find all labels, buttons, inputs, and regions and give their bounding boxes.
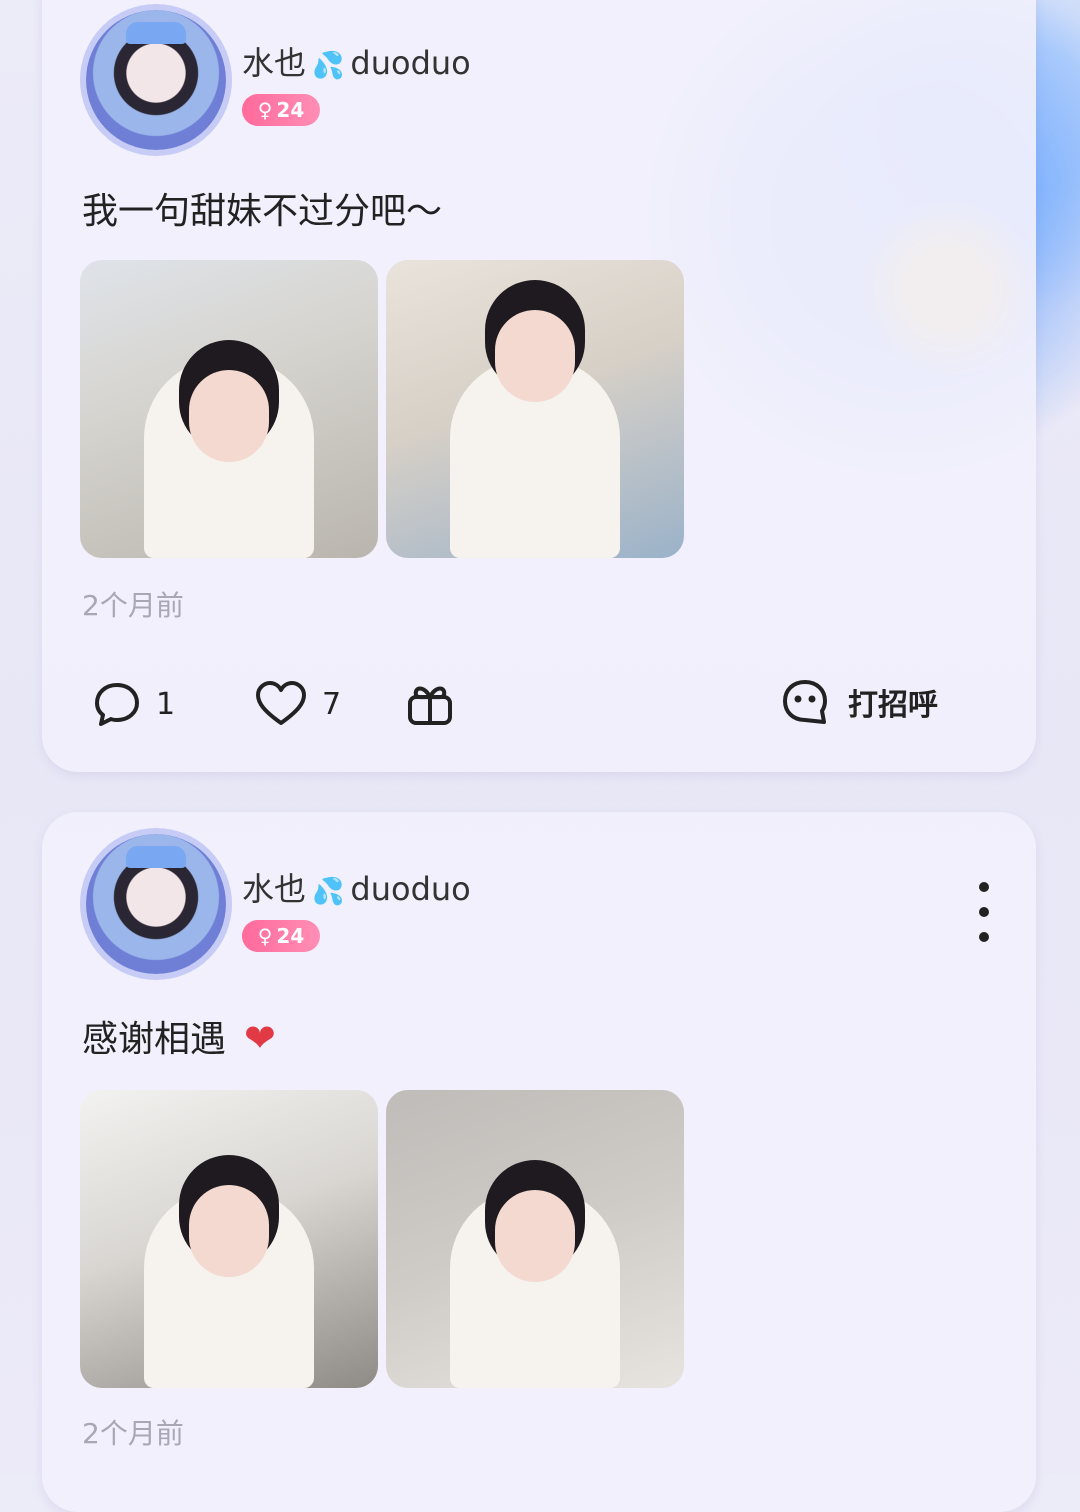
post-photo[interactable] bbox=[80, 260, 378, 558]
like-count: 7 bbox=[322, 686, 342, 722]
photo-grid bbox=[80, 260, 684, 558]
comment-count: 1 bbox=[156, 686, 176, 722]
age-badge: ♀ 24 bbox=[242, 920, 320, 952]
username-suffix: duoduo bbox=[350, 870, 471, 908]
gift-icon bbox=[408, 686, 452, 725]
post-time: 2个月前 bbox=[82, 589, 184, 622]
more-dot-icon bbox=[979, 907, 989, 917]
photo-subject-head bbox=[495, 1190, 575, 1282]
avatar[interactable] bbox=[86, 10, 226, 150]
age-badge: ♀ 24 bbox=[242, 94, 320, 126]
avatar[interactable] bbox=[86, 834, 226, 974]
greet-chat-icon bbox=[783, 680, 827, 724]
post-caption: 我一句甜妹不过分吧～ bbox=[82, 191, 443, 232]
greet-label: 打招呼 bbox=[848, 688, 938, 723]
photo-subject-head bbox=[189, 370, 269, 462]
heart-emoji-icon: ❤ bbox=[244, 1016, 276, 1060]
post-caption-text: 感谢相遇 bbox=[82, 1019, 227, 1060]
more-dot-icon bbox=[979, 932, 989, 942]
gift-button[interactable] bbox=[404, 677, 456, 729]
heart-icon bbox=[256, 681, 306, 725]
more-dot-icon bbox=[979, 882, 989, 892]
comment-button[interactable]: 1 bbox=[92, 679, 175, 729]
comment-icon bbox=[95, 683, 139, 726]
more-options-button[interactable] bbox=[974, 882, 994, 942]
post-time: 2个月前 bbox=[82, 1417, 184, 1450]
post-card: 水也 💦 duoduo ♀ 24 我一句甜妹不过分吧～ 2个月前 1 7 打招呼 bbox=[42, 0, 1036, 772]
female-icon: ♀ bbox=[257, 924, 273, 948]
post-caption: 感谢相遇 ❤ bbox=[82, 1010, 276, 1062]
username-text: 水也 bbox=[242, 870, 307, 908]
photo-grid bbox=[80, 1090, 684, 1388]
post-photo[interactable] bbox=[386, 260, 684, 558]
post-card: 水也 💦 duoduo ♀ 24 感谢相遇 ❤ 2个月前 bbox=[42, 812, 1036, 1512]
female-icon: ♀ bbox=[257, 98, 273, 122]
water-drop-icon: 💦 bbox=[312, 51, 345, 81]
post-photo[interactable] bbox=[386, 1090, 684, 1388]
username[interactable]: 水也 💦 duoduo bbox=[242, 864, 471, 910]
username[interactable]: 水也 💦 duoduo bbox=[242, 38, 471, 84]
post-photo[interactable] bbox=[80, 1090, 378, 1388]
action-bar: 1 7 打招呼 bbox=[92, 675, 992, 735]
username-suffix: duoduo bbox=[350, 44, 471, 82]
age-value: 24 bbox=[276, 98, 305, 122]
greet-button[interactable]: 打招呼 bbox=[780, 677, 938, 727]
photo-subject-head bbox=[189, 1185, 269, 1277]
username-text: 水也 bbox=[242, 44, 307, 82]
water-drop-icon: 💦 bbox=[312, 877, 345, 907]
like-button[interactable]: 7 bbox=[254, 679, 341, 729]
age-value: 24 bbox=[276, 924, 305, 948]
photo-subject-head bbox=[495, 310, 575, 402]
